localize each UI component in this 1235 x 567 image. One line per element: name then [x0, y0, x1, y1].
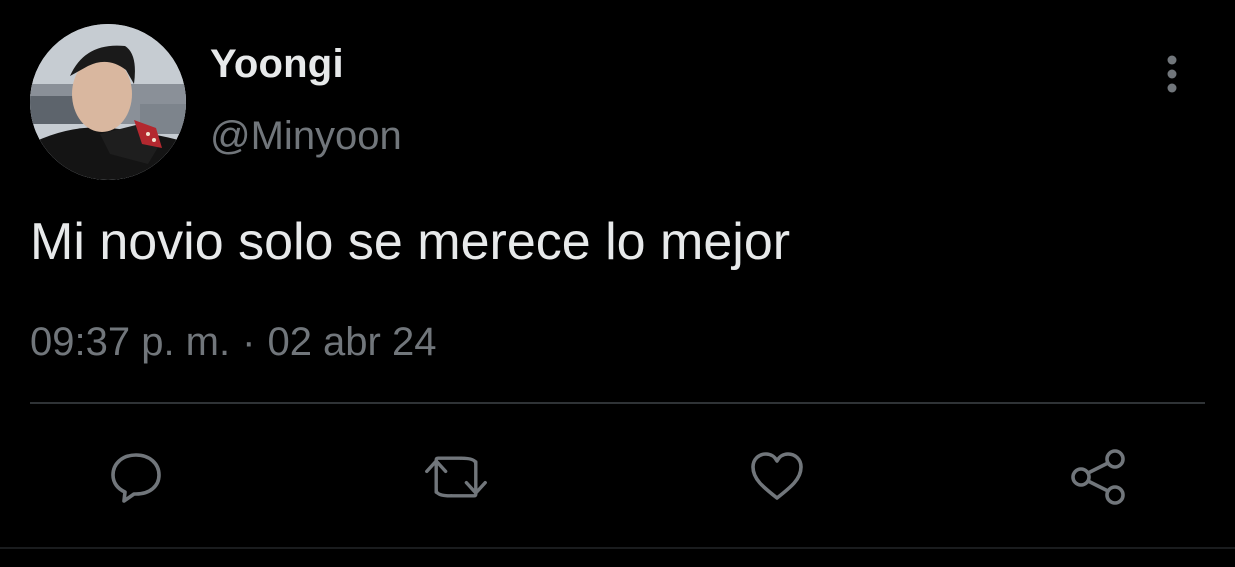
tweet-date: 02 abr 24 [267, 320, 437, 364]
actions-divider [30, 402, 1205, 404]
avatar-photo [30, 24, 186, 180]
tweet-time: 09:37 p. m. [30, 320, 231, 364]
avatar[interactable] [30, 24, 186, 180]
meta-separator: · [242, 320, 256, 364]
user-handle[interactable]: @Minyoon [210, 112, 402, 160]
heart-icon [751, 452, 803, 500]
share-button[interactable] [1066, 444, 1132, 510]
like-button[interactable] [744, 444, 810, 510]
more-options-button[interactable] [1150, 52, 1194, 96]
display-name[interactable]: Yoongi [210, 40, 344, 88]
bottom-divider [0, 547, 1235, 549]
speech-bubble-icon [111, 453, 161, 503]
tweet-timestamp[interactable]: 09:37 p. m. · 02 abr 24 [30, 318, 436, 366]
vertical-ellipsis-icon [1167, 55, 1177, 93]
tweet-text: Mi novio solo se merece lo mejor [30, 213, 791, 271]
retweet-button[interactable] [423, 444, 489, 510]
retweet-icon [425, 456, 487, 498]
tweet-card: Yoongi @Minyoon Mi novio solo se merece … [0, 0, 1235, 567]
reply-button[interactable] [103, 444, 169, 510]
share-nodes-icon [1071, 449, 1125, 505]
